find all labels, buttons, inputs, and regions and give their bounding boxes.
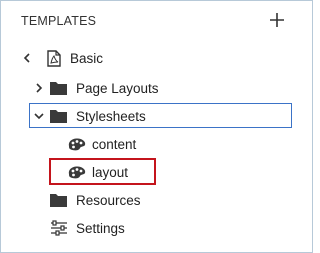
- templates-panel: TEMPLATES Basic Page Layouts Stylesheets…: [0, 0, 313, 253]
- folder-icon: [50, 194, 67, 207]
- panel-title: TEMPLATES: [21, 14, 97, 28]
- tree-item-label: layout: [92, 164, 129, 180]
- tree-item-stylesheets[interactable]: Stylesheets: [33, 105, 146, 127]
- pdf-file-icon: [47, 49, 61, 67]
- tree-item-page-layouts[interactable]: Page Layouts: [33, 77, 159, 99]
- tree-item-label: Settings: [76, 220, 125, 236]
- tree-item-settings[interactable]: Settings: [50, 217, 125, 239]
- chevron-down-icon[interactable]: [33, 110, 45, 122]
- plus-icon: [270, 13, 284, 27]
- tree-item-label: Resources: [76, 192, 141, 208]
- sliders-icon: [51, 220, 67, 236]
- tree-item-resources[interactable]: Resources: [50, 189, 141, 211]
- chevron-right-icon[interactable]: [33, 82, 45, 94]
- tree-root-label: Basic: [70, 50, 104, 66]
- add-template-button[interactable]: [268, 11, 286, 29]
- tree-item-label: content: [92, 136, 137, 152]
- palette-icon: [68, 137, 86, 150]
- folder-icon: [50, 110, 67, 123]
- folder-icon: [50, 82, 67, 95]
- tree-item-layout[interactable]: layout: [67, 161, 128, 183]
- chevron-left-icon[interactable]: [21, 52, 33, 64]
- tree-item-label: Page Layouts: [76, 80, 159, 96]
- tree-root-basic[interactable]: Basic: [21, 47, 103, 69]
- palette-icon: [68, 165, 86, 178]
- tree-item-content[interactable]: content: [67, 133, 136, 155]
- tree-item-label: Stylesheets: [76, 108, 146, 124]
